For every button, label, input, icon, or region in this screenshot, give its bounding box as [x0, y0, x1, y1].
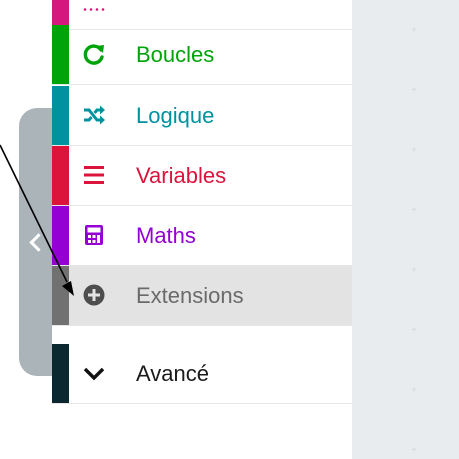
arrow-pointer-icon: [0, 144, 74, 296]
